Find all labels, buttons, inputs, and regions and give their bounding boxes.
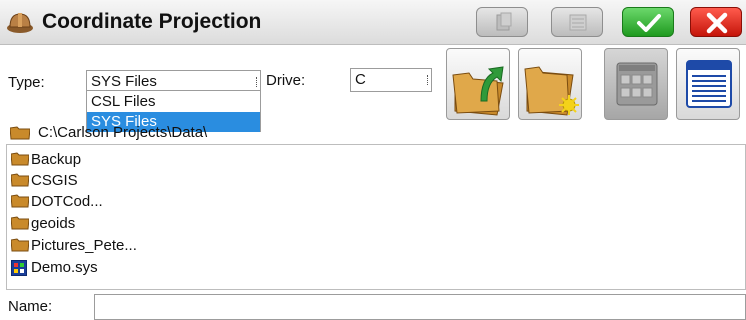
- type-select-value: SYS Files: [91, 73, 157, 90]
- folder-new-icon: [524, 66, 579, 116]
- folder-icon: [11, 173, 29, 187]
- dropdown-arrow-icon: [427, 75, 429, 85]
- path-text: C:\Carlson Projects\Data\: [38, 124, 208, 141]
- drive-label: Drive:: [266, 72, 306, 89]
- folder-icon: [10, 126, 30, 140]
- icon-view-button[interactable]: [604, 48, 668, 120]
- type-label: Type:: [8, 74, 45, 91]
- name-input[interactable]: [94, 294, 746, 320]
- folder-icon: [11, 194, 29, 208]
- close-button[interactable]: [690, 7, 742, 37]
- copy-button[interactable]: [476, 7, 528, 37]
- close-icon: [706, 12, 728, 34]
- folder-icon: [11, 152, 29, 166]
- title-bar: Coordinate Projection: [0, 0, 746, 45]
- name-label: Name:: [8, 298, 53, 315]
- drive-select[interactable]: C: [350, 68, 432, 92]
- new-folder-button[interactable]: [518, 48, 582, 120]
- list-button[interactable]: [551, 7, 603, 37]
- icon-view-icon: [616, 62, 658, 106]
- sys-file-icon: [11, 260, 27, 276]
- folder-icon: [11, 216, 29, 230]
- file-name: Backup: [31, 151, 82, 168]
- dropdown-arrow-icon: [256, 77, 258, 87]
- details-view-icon: [686, 60, 732, 108]
- file-name: geoids: [31, 215, 76, 232]
- folder-icon: [11, 238, 29, 252]
- file-list[interactable]: Backup CSGIS DOTCod... geoids Pictures_P…: [6, 144, 746, 290]
- file-name: DOTCod...: [31, 193, 103, 210]
- copy-icon: [496, 12, 512, 31]
- window-title: Coordinate Projection: [42, 10, 262, 33]
- file-name: Pictures_Pete...: [31, 237, 137, 254]
- checkmark-icon: [637, 14, 661, 32]
- drive-select-value: C: [355, 71, 366, 88]
- details-view-button[interactable]: [676, 48, 740, 120]
- folder-up-icon: [452, 66, 504, 116]
- list-icon: [569, 14, 587, 31]
- file-name: CSGIS: [31, 172, 78, 189]
- file-name: Demo.sys: [31, 259, 98, 276]
- ok-button[interactable]: [622, 7, 674, 37]
- type-option-csl[interactable]: CSL Files: [87, 92, 260, 112]
- hard-hat-icon: [7, 13, 33, 33]
- up-folder-button[interactable]: [446, 48, 510, 120]
